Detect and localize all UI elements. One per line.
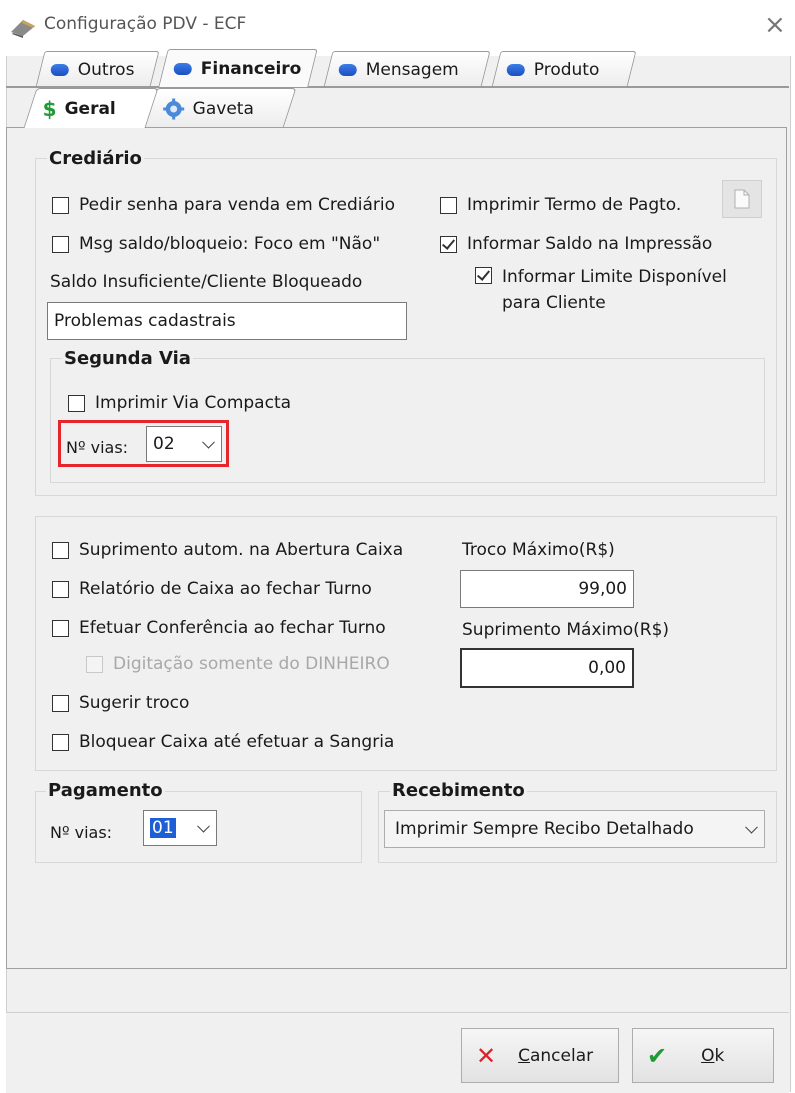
pagamento-vias-select[interactable]: 01	[143, 810, 217, 846]
checkbox-box[interactable]	[440, 235, 457, 253]
tab-label: Produto	[533, 59, 600, 80]
checkbox-box[interactable]	[68, 394, 85, 412]
tab-outros[interactable]: Outros	[35, 51, 160, 87]
tab-bullet-icon	[173, 62, 192, 75]
group-title-pagamento: Pagamento	[46, 780, 165, 801]
suprimento-maximo-label: Suprimento Máximo(R$)	[462, 620, 670, 640]
saldo-insuficiente-input[interactable]: Problemas cadastrais	[47, 302, 407, 340]
checkbox-label-line2: para Cliente	[502, 293, 606, 313]
chevron-down-icon	[197, 819, 210, 833]
close-button[interactable]: ×	[764, 10, 786, 40]
checkbox-label-wrap: Informar Limite Disponível para Cliente	[502, 264, 727, 316]
group-title-segunda-via: Segunda Via	[62, 348, 193, 369]
checkbox-label: Suprimento autom. na Abertura Caixa	[79, 540, 404, 560]
subtab-label: Geral	[64, 98, 116, 119]
checkbox-suprimento-autom[interactable]: Suprimento autom. na Abertura Caixa	[52, 540, 403, 560]
input-value: 0,00	[588, 658, 626, 678]
checkbox-label: Efetuar Conferência ao fechar Turno	[79, 618, 386, 638]
cancel-button[interactable]: ✕ Cancelar	[461, 1028, 619, 1083]
subtab-label: Gaveta	[192, 98, 255, 119]
checkbox-label: Imprimir Termo de Pagto.	[467, 195, 682, 215]
segunda-via-vias-select[interactable]: 02	[146, 426, 222, 462]
cancel-button-label: Cancelar	[518, 1046, 593, 1066]
input-value: Problemas cadastrais	[54, 311, 236, 331]
checkbox-bloquear-caixa[interactable]: Bloquear Caixa até efetuar a Sangria	[52, 732, 394, 752]
select-value: 01	[150, 818, 176, 838]
input-value: 99,00	[578, 579, 627, 599]
ok-label-rest: k	[714, 1045, 725, 1066]
cancel-mnemonic: C	[518, 1045, 530, 1066]
select-value: 02	[153, 434, 175, 454]
checkbox-label: Digitação somente do DINHEIRO	[113, 654, 390, 674]
tab-bullet-icon	[338, 63, 357, 76]
checkbox-label: Sugerir troco	[79, 693, 190, 713]
check-icon: ✔	[647, 1041, 668, 1070]
cancel-label-rest: ancelar	[529, 1045, 594, 1066]
close-icon: ✕	[476, 1041, 497, 1070]
checkbox-box[interactable]	[52, 619, 69, 637]
checkbox-relatorio-caixa[interactable]: Relatório de Caixa ao fechar Turno	[52, 579, 372, 599]
suprimento-maximo-input[interactable]: 0,00	[460, 648, 634, 688]
app-icon	[11, 20, 35, 38]
checkbox-label: Msg saldo/bloqueio: Foco em "Não"	[79, 234, 381, 254]
checkbox-digitacao-dinheiro: Digitação somente do DINHEIRO	[86, 654, 390, 674]
checkbox-msg-saldo[interactable]: Msg saldo/bloqueio: Foco em "Não"	[52, 234, 380, 254]
checkbox-box[interactable]	[52, 694, 69, 712]
window-title: Configuração PDV - ECF	[44, 14, 247, 34]
checkbox-label: Imprimir Via Compacta	[95, 393, 292, 413]
pagamento-vias-label: Nº vias:	[50, 823, 113, 842]
checkbox-box[interactable]	[52, 541, 69, 559]
segunda-via-vias-label: Nº vias:	[66, 438, 129, 457]
gear-icon	[163, 98, 185, 119]
termo-config-button[interactable]	[722, 180, 762, 218]
ok-mnemonic: O	[701, 1045, 715, 1066]
saldo-insuficiente-label: Saldo Insuficiente/Cliente Bloqueado	[50, 272, 363, 292]
troco-maximo-label: Troco Máximo(R$)	[462, 540, 615, 560]
select-value: Imprimir Sempre Recibo Detalhado	[395, 819, 694, 839]
checkbox-label-line1: Informar Limite Disponível	[502, 267, 727, 287]
tab-mensagem[interactable]: Mensagem	[323, 51, 491, 87]
chevron-down-icon	[202, 435, 215, 449]
tab-bullet-icon	[506, 63, 525, 76]
checkbox-label: Pedir senha para venda em Crediário	[79, 195, 396, 215]
checkbox-informar-limite[interactable]: Informar Limite Disponível para Cliente	[475, 264, 727, 316]
checkbox-pedir-senha[interactable]: Pedir senha para venda em Crediário	[52, 195, 395, 215]
ok-button-label: Ok	[701, 1046, 724, 1066]
checkbox-box[interactable]	[52, 235, 69, 253]
tab-label: Mensagem	[365, 59, 459, 80]
checkbox-label: Bloquear Caixa até efetuar a Sangria	[79, 732, 395, 752]
recebimento-select[interactable]: Imprimir Sempre Recibo Detalhado	[384, 810, 765, 848]
tab-label: Financeiro	[200, 58, 302, 79]
checkbox-label: Relatório de Caixa ao fechar Turno	[79, 579, 372, 599]
checkbox-efetuar-conferencia[interactable]: Efetuar Conferência ao fechar Turno	[52, 618, 386, 638]
checkbox-box[interactable]	[52, 196, 69, 214]
checkbox-imprimir-termo[interactable]: Imprimir Termo de Pagto.	[440, 195, 681, 215]
checkbox-box[interactable]	[52, 580, 69, 598]
checkbox-label: Informar Saldo na Impressão	[467, 234, 713, 254]
checkbox-box	[86, 655, 103, 673]
subtab-geral[interactable]: $ Geral	[23, 88, 159, 128]
checkbox-box[interactable]	[440, 196, 457, 214]
tab-label: Outros	[77, 59, 135, 80]
tab-produto[interactable]: Produto	[491, 51, 637, 87]
checkbox-box[interactable]	[52, 733, 69, 751]
document-icon	[734, 189, 750, 209]
dollar-icon: $	[42, 96, 57, 121]
tab-financeiro[interactable]: Financeiro	[158, 49, 318, 87]
chevron-down-icon	[745, 820, 758, 834]
ok-button[interactable]: ✔ Ok	[632, 1028, 774, 1083]
checkbox-informar-saldo[interactable]: Informar Saldo na Impressão	[440, 234, 712, 254]
checkbox-sugerir-troco[interactable]: Sugerir troco	[52, 693, 189, 713]
tab-bullet-icon	[50, 63, 69, 76]
group-title-crediario: Crediário	[47, 148, 144, 169]
group-title-recebimento: Recebimento	[390, 780, 527, 801]
checkbox-imprimir-via-compacta[interactable]: Imprimir Via Compacta	[68, 393, 291, 413]
checkbox-box[interactable]	[475, 267, 492, 284]
subtab-gaveta[interactable]: Gaveta	[143, 88, 297, 128]
troco-maximo-input[interactable]: 99,00	[460, 570, 634, 608]
